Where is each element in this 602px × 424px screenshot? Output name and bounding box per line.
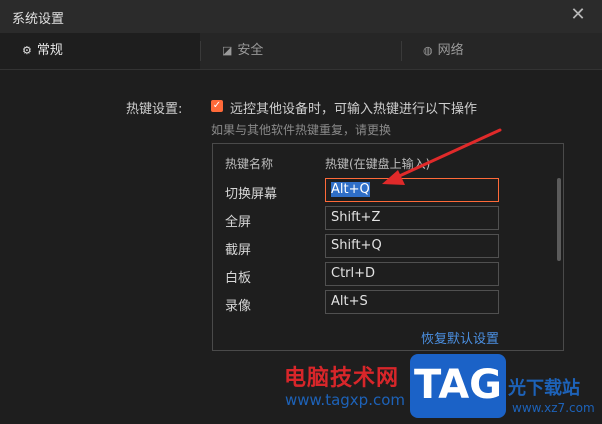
watermark-site-name: 电脑技术网	[284, 366, 400, 391]
watermark-url: www.tagxp.com	[285, 391, 405, 409]
watermark-logo: TAG	[410, 354, 506, 418]
watermark-right-text: 光下载站	[508, 378, 580, 399]
watermark-right-url: www.xz7.com	[512, 401, 595, 415]
